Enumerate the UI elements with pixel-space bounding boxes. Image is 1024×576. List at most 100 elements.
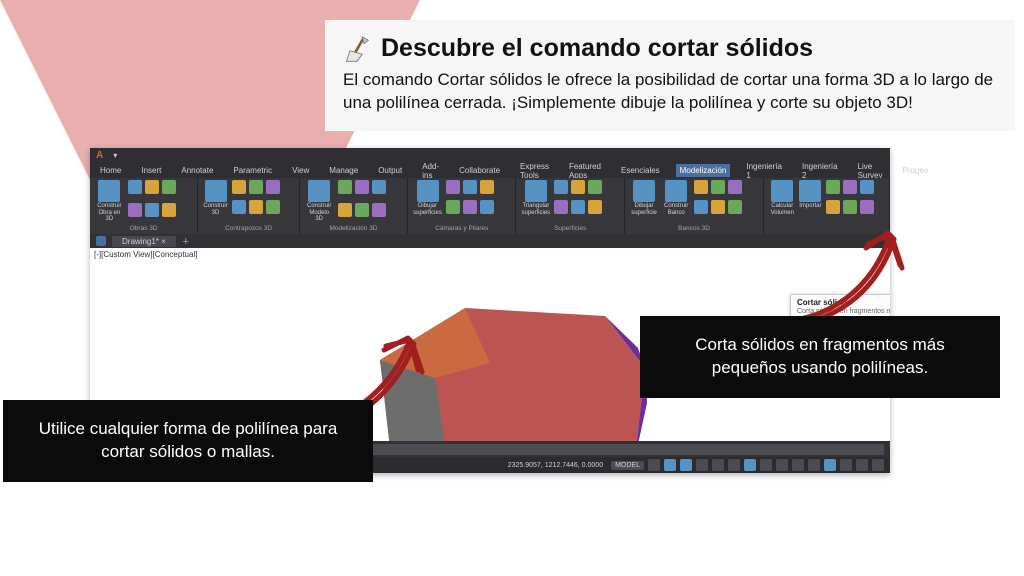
sb-btn[interactable] <box>776 459 788 471</box>
ribbon-panel: Construir 3DContrapozos 3D <box>198 178 300 234</box>
ribbon-small-button[interactable] <box>826 180 840 194</box>
ribbon-small-button[interactable] <box>162 203 176 217</box>
new-tab-icon[interactable]: ＋ <box>182 236 190 247</box>
close-icon[interactable]: × <box>161 237 166 246</box>
ribbon-small-button[interactable] <box>463 200 477 214</box>
ribbon-panel: Construir Modelo 3DModelización 3D <box>300 178 408 234</box>
sb-btn[interactable] <box>856 459 868 471</box>
sb-btn[interactable] <box>824 459 836 471</box>
ribbon-small-button[interactable] <box>711 200 725 214</box>
ribbon-small-button[interactable] <box>463 180 477 194</box>
sb-btn[interactable] <box>696 459 708 471</box>
ribbon-button[interactable]: Construir Banco <box>662 180 690 216</box>
ribbon-small-button[interactable] <box>249 180 263 194</box>
qat-icon[interactable]: ▾ <box>113 151 117 160</box>
doc-tab[interactable]: Drawing1* × <box>112 236 176 247</box>
ribbon-small-button[interactable] <box>728 200 742 214</box>
sb-btn[interactable] <box>648 459 660 471</box>
ribbon-panel: Dibujar superficieConstruir BancoBancos … <box>625 178 764 234</box>
cut-solid-icon <box>343 35 371 63</box>
arrow-right-icon <box>790 220 920 330</box>
panel-title: Obras 3D <box>95 225 192 232</box>
ribbon-tab[interactable]: Modelización <box>676 164 731 177</box>
ribbon-small-button[interactable] <box>338 180 352 194</box>
ribbon-small-button[interactable] <box>480 180 494 194</box>
ribbon-tab[interactable]: View <box>288 164 313 177</box>
ribbon-small-button[interactable] <box>355 203 369 217</box>
ribbon-tab[interactable]: Esenciales <box>617 164 664 177</box>
ribbon-button[interactable]: Construir 3D <box>203 180 227 216</box>
sb-btn[interactable] <box>792 459 804 471</box>
ribbon-small-button[interactable] <box>338 203 352 217</box>
ribbon-tab[interactable]: Progeo <box>898 164 932 177</box>
ribbon-small-button[interactable] <box>571 180 585 194</box>
ribbon-tab[interactable]: Annotate <box>177 164 217 177</box>
callout-right: Corta sólidos en fragmentos más pequeños… <box>640 316 1000 398</box>
ribbon-small-button[interactable] <box>128 180 142 194</box>
ribbon-button[interactable]: Construir Obra en 3D <box>95 180 124 223</box>
doc-tabs: Drawing1* × ＋ <box>90 234 890 248</box>
ribbon-small-button[interactable] <box>446 180 460 194</box>
ribbon-small-button[interactable] <box>694 180 708 194</box>
ribbon-small-button[interactable] <box>588 180 602 194</box>
ribbon-small-button[interactable] <box>554 200 568 214</box>
sb-btn[interactable] <box>712 459 724 471</box>
ribbon-small-button[interactable] <box>249 200 263 214</box>
ribbon-small-button[interactable] <box>355 180 369 194</box>
ribbon-small-button[interactable] <box>145 180 159 194</box>
ribbon-tab[interactable]: Home <box>96 164 125 177</box>
ribbon-small-button[interactable] <box>843 200 857 214</box>
hero-desc: El comando Cortar sólidos le ofrece la p… <box>343 69 997 115</box>
ribbon-small-button[interactable] <box>480 200 494 214</box>
panel-title: Cámaras y Pilares <box>413 225 510 232</box>
ribbon-small-button[interactable] <box>145 203 159 217</box>
start-tab-icon[interactable] <box>96 236 106 246</box>
ribbon-small-button[interactable] <box>372 203 386 217</box>
ribbon-small-button[interactable] <box>554 180 568 194</box>
ribbon-small-button[interactable] <box>372 180 386 194</box>
app-logo-icon: A <box>96 150 103 161</box>
sb-btn[interactable] <box>664 459 676 471</box>
panel-title: Superficies <box>521 225 618 232</box>
sb-btn[interactable] <box>680 459 692 471</box>
ribbon-small-button[interactable] <box>711 180 725 194</box>
ribbon-button[interactable]: Calcular Volumen <box>769 180 795 216</box>
ribbon-small-button[interactable] <box>266 180 280 194</box>
ribbon-small-button[interactable] <box>826 200 840 214</box>
ribbon-button[interactable]: Construir Modelo 3D <box>305 180 334 223</box>
ribbon-tab[interactable]: Insert <box>137 164 165 177</box>
sb-btn[interactable] <box>744 459 756 471</box>
sb-btn[interactable] <box>808 459 820 471</box>
ribbon-button[interactable]: Dibujar superficies <box>413 180 442 216</box>
ribbon-tab[interactable]: Manage <box>325 164 362 177</box>
ribbon-tabs: Home Insert Annotate Parametric View Manage Ou… <box>90 163 890 178</box>
callout-left: Utilice cualquier forma de polilínea par… <box>3 400 373 482</box>
ribbon-small-button[interactable] <box>232 200 246 214</box>
ribbon-tab[interactable]: Parametric <box>229 164 276 177</box>
ribbon-small-button[interactable] <box>162 180 176 194</box>
ribbon-tab[interactable]: Collaborate <box>455 164 504 177</box>
ribbon-button[interactable]: Triangular superficies <box>521 180 550 216</box>
sb-btn[interactable] <box>872 459 884 471</box>
ribbon-small-button[interactable] <box>128 203 142 217</box>
ribbon-small-button[interactable] <box>232 180 246 194</box>
ribbon-small-button[interactable] <box>843 180 857 194</box>
model-mode[interactable]: MODEL <box>611 461 644 470</box>
ribbon-small-button[interactable] <box>588 200 602 214</box>
ribbon-small-button[interactable] <box>694 200 708 214</box>
ribbon-small-button[interactable] <box>860 200 874 214</box>
sb-btn[interactable] <box>840 459 852 471</box>
ribbon-tab[interactable]: Output <box>374 164 406 177</box>
ribbon-panel: Construir Obra en 3D Obras 3D <box>90 178 198 234</box>
hero-title: Descubre el comando cortar sólidos <box>381 34 813 63</box>
ribbon-button[interactable]: Importar <box>799 180 821 216</box>
sb-btn[interactable] <box>728 459 740 471</box>
ribbon-small-button[interactable] <box>728 180 742 194</box>
ribbon-panel: Triangular superficies Superficies <box>516 178 624 234</box>
sb-btn[interactable] <box>760 459 772 471</box>
ribbon-button[interactable]: Dibujar superficie <box>630 180 658 216</box>
ribbon-small-button[interactable] <box>446 200 460 214</box>
ribbon-small-button[interactable] <box>266 200 280 214</box>
ribbon-small-button[interactable] <box>571 200 585 214</box>
ribbon-small-button[interactable] <box>860 180 874 194</box>
